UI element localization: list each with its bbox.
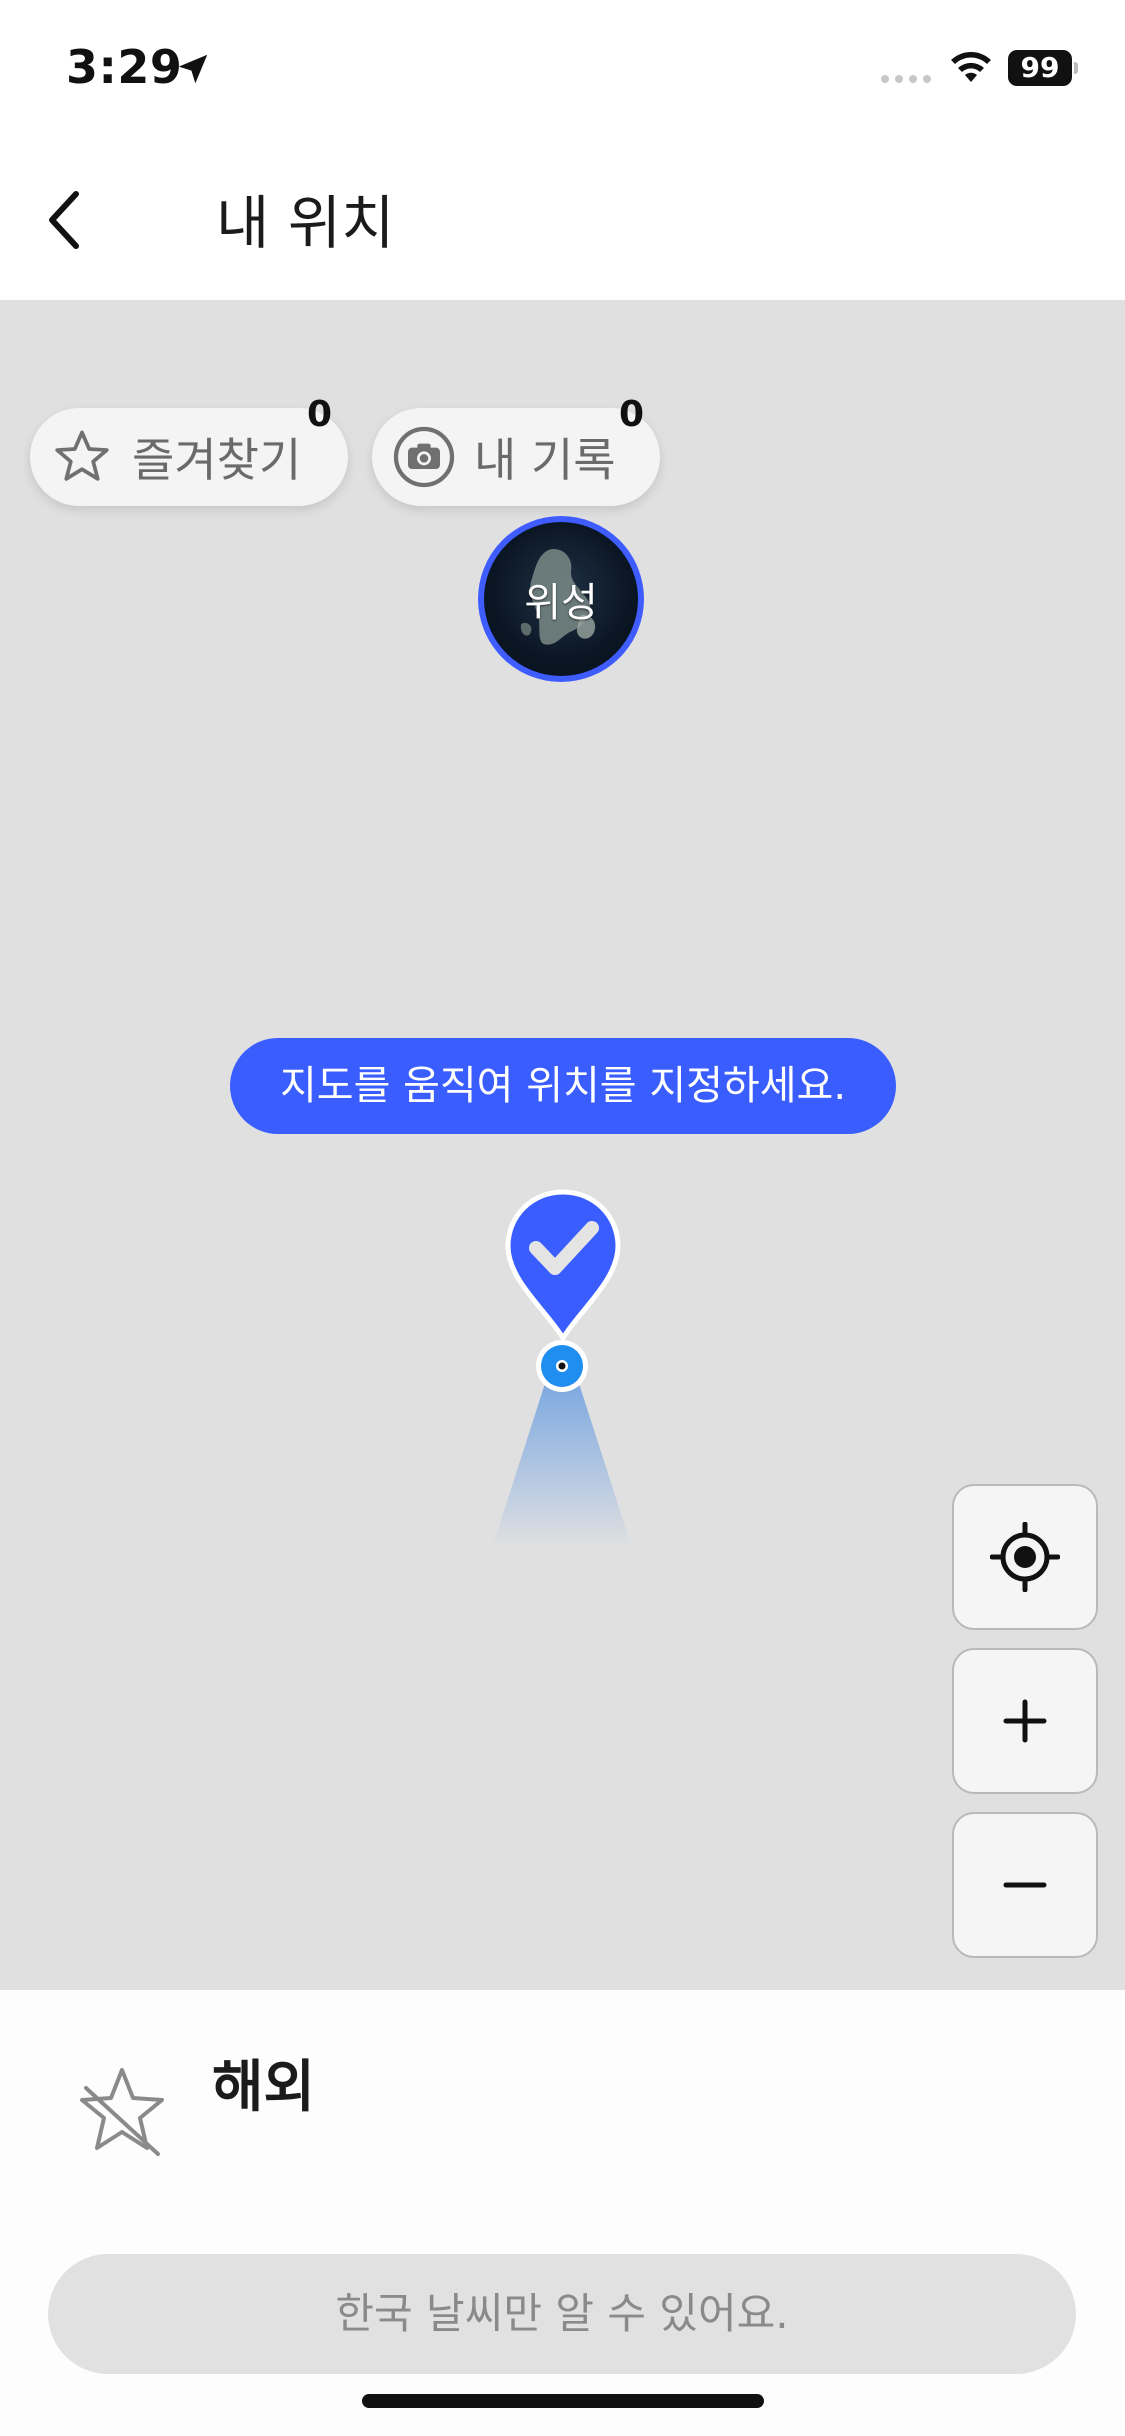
header: 내 위치 — [0, 140, 1125, 300]
battery-level: 99 — [1008, 50, 1072, 86]
plus-icon — [1003, 1699, 1047, 1743]
favorites-count: 0 — [306, 394, 332, 435]
current-location-dot-icon — [536, 1340, 588, 1392]
my-records-label: 내 기록 — [474, 433, 616, 487]
satellite-toggle-button[interactable]: 위성 — [478, 516, 644, 682]
zoom-in-button[interactable] — [952, 1648, 1098, 1794]
camera-icon — [393, 426, 455, 488]
page-title: 내 위치 — [216, 189, 395, 257]
bottom-panel: 해외 한국 날씨만 알 수 있어요. — [0, 1990, 1125, 2436]
korea-only-notice: 한국 날씨만 알 수 있어요. — [48, 2254, 1076, 2374]
cellular-signal-icon — [881, 75, 931, 83]
location-arrow-icon — [178, 54, 208, 84]
zoom-out-button[interactable] — [952, 1812, 1098, 1958]
status-bar: 3:29 99 — [0, 0, 1125, 140]
home-indicator — [362, 2394, 764, 2408]
crosshair-icon — [990, 1522, 1060, 1592]
locate-me-button[interactable] — [952, 1484, 1098, 1630]
favorites-chip[interactable]: 즐겨찾기 0 — [30, 394, 348, 506]
status-time: 3:29 — [66, 40, 183, 94]
star-icon — [55, 430, 109, 481]
heading-beam-icon — [492, 1368, 632, 1548]
my-records-chip[interactable]: 내 기록 0 — [372, 394, 660, 506]
region-name: 해외 — [212, 2055, 316, 2120]
move-map-hint: 지도를 움직여 위치를 지정하세요. — [230, 1038, 896, 1134]
map-view[interactable]: 즐겨찾기 0 내 기록 0 위성 지도를 움직여 위치를 지정하세요. — [0, 300, 1125, 1990]
satellite-label: 위성 — [524, 580, 598, 626]
my-records-count: 0 — [618, 394, 644, 435]
back-button[interactable] — [36, 180, 96, 260]
minus-icon — [1003, 1882, 1047, 1888]
favorites-label: 즐겨찾기 — [132, 433, 302, 487]
battery-icon: 99 — [1008, 50, 1078, 86]
wifi-icon — [951, 52, 991, 82]
favorite-disabled-star-icon[interactable] — [72, 2060, 172, 2160]
